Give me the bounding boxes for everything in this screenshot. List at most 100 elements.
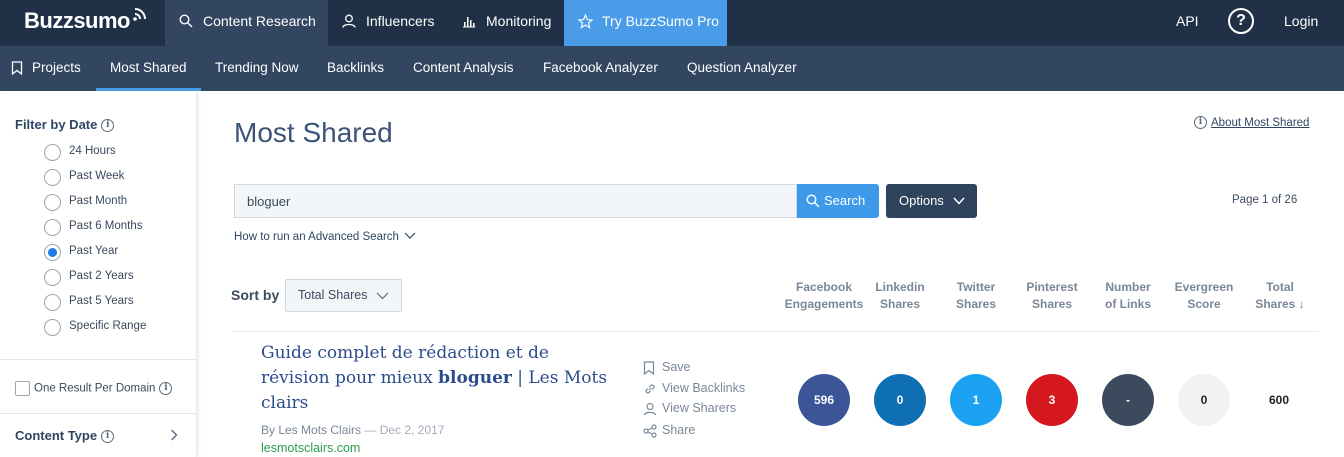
info-icon: i xyxy=(1194,116,1207,129)
subnav-projects[interactable]: Projects xyxy=(11,46,81,91)
subnav-most-shared[interactable]: Most Shared xyxy=(96,46,201,91)
column-header-line: Twitter xyxy=(956,280,996,294)
nav-try-pro-label: Try BuzzSumo Pro xyxy=(602,13,719,29)
help-icon[interactable]: ? xyxy=(1228,8,1254,34)
column-header-total-shares[interactable]: Total Shares ↓ xyxy=(1246,279,1314,313)
date-option-label: Past 5 Years xyxy=(69,295,134,307)
search-button-label: Search xyxy=(824,193,866,208)
radio-button[interactable] xyxy=(44,194,61,211)
search-icon xyxy=(179,14,193,28)
column-header-links[interactable]: Number of Links xyxy=(1094,279,1162,313)
bar-chart-icon xyxy=(463,17,475,28)
about-most-shared-link[interactable]: i About Most Shared xyxy=(1194,116,1309,129)
page-title: Most Shared xyxy=(234,117,393,148)
subnav-question-analyzer[interactable]: Question Analyzer xyxy=(687,46,797,91)
column-header-twitter[interactable]: Twitter Shares xyxy=(942,279,1010,313)
save-action[interactable]: Save xyxy=(643,360,691,375)
star-icon xyxy=(578,14,593,29)
nav-api[interactable]: API xyxy=(1176,13,1199,29)
radio-button[interactable] xyxy=(44,144,61,161)
filter-by-date-heading: Filter by Date i xyxy=(15,117,115,133)
column-header-facebook[interactable]: Facebook Engagements xyxy=(784,279,864,313)
radio-button[interactable] xyxy=(44,319,61,336)
nav-content-research-label: Content Research xyxy=(203,13,316,29)
column-header-linkedin[interactable]: Linkedin Shares xyxy=(866,279,934,313)
column-header-line: Shares xyxy=(955,297,997,311)
radio-button[interactable] xyxy=(44,294,61,311)
options-dropdown-button[interactable]: Options xyxy=(886,184,977,218)
article-title-keyword: bloguer xyxy=(438,368,512,388)
content-type-filter[interactable]: Content Type i xyxy=(15,428,115,444)
subnav-backlinks[interactable]: Backlinks xyxy=(327,46,384,91)
number-of-links-value[interactable]: - xyxy=(1102,374,1154,426)
page-count: Page 1 of 26 xyxy=(1232,194,1298,206)
divider xyxy=(0,359,196,360)
about-most-shared-label: About Most Shared xyxy=(1211,116,1310,129)
info-icon[interactable]: i xyxy=(159,382,173,395)
column-header-line: Pinterest xyxy=(1026,280,1078,294)
subnav-facebook-analyzer[interactable]: Facebook Analyzer xyxy=(543,46,658,91)
date-option-label: Past Month xyxy=(69,195,128,207)
column-header-line: Number xyxy=(1105,280,1151,294)
radio-button[interactable] xyxy=(44,219,61,236)
nav-content-research[interactable]: Content Research xyxy=(165,0,328,46)
content-type-label: Content Type xyxy=(15,428,98,443)
logo-text: Buzzsumo xyxy=(24,8,131,33)
sort-by-value: Total Shares xyxy=(298,288,368,302)
column-header-pinterest[interactable]: Pinterest Shares xyxy=(1018,279,1086,313)
info-icon[interactable]: i xyxy=(101,430,115,444)
sort-by-label: Sort by xyxy=(231,287,280,303)
radio-button[interactable] xyxy=(44,169,61,186)
view-backlinks-label: View Backlinks xyxy=(662,381,746,395)
share-action-label: Share xyxy=(662,423,696,437)
column-header-line: Evergreen xyxy=(1174,280,1234,294)
view-backlinks-action[interactable]: View Backlinks xyxy=(643,381,745,395)
chevron-right-icon[interactable] xyxy=(170,428,178,444)
share-action[interactable]: Share xyxy=(643,423,696,438)
chevron-down-icon xyxy=(376,292,389,300)
user-icon xyxy=(342,14,356,28)
search-input[interactable] xyxy=(234,184,797,218)
subnav-content-analysis[interactable]: Content Analysis xyxy=(413,46,514,91)
bookmark-icon xyxy=(643,361,655,375)
radio-button-selected[interactable] xyxy=(44,244,61,261)
date-option-label: Past Year xyxy=(69,245,119,257)
evergreen-score-value: 0 xyxy=(1178,374,1230,426)
article-author[interactable]: By Les Mots Clairs xyxy=(261,423,361,437)
sub-navigation-bar: Projects Most Shared Trending Now Backli… xyxy=(0,46,1344,91)
twitter-shares-value: 1 xyxy=(950,374,1002,426)
nav-monitoring[interactable]: Monitoring xyxy=(448,0,564,46)
article-domain[interactable]: lesmotsclairs.com xyxy=(261,441,360,455)
one-result-per-domain-checkbox[interactable] xyxy=(15,381,30,396)
nav-try-pro[interactable]: Try BuzzSumo Pro xyxy=(564,0,727,46)
date-option-label: Past Week xyxy=(69,170,125,182)
nav-influencers[interactable]: Influencers xyxy=(328,0,448,46)
search-icon xyxy=(806,194,820,208)
info-icon[interactable]: i xyxy=(101,119,115,133)
advanced-search-link[interactable]: How to run an Advanced Search xyxy=(234,231,416,243)
save-action-label: Save xyxy=(662,360,691,374)
column-header-line: of Links xyxy=(1104,297,1151,311)
view-sharers-action[interactable]: View Sharers xyxy=(643,401,736,416)
article-title-link[interactable]: Guide complet de rédaction et de révisio… xyxy=(261,341,621,416)
buzzsumo-logo[interactable]: Buzzsumo xyxy=(24,8,146,34)
radio-button[interactable] xyxy=(44,269,61,286)
share-icon xyxy=(643,424,657,438)
column-header-line: Linkedin xyxy=(875,280,925,294)
column-header-line: Score xyxy=(1187,297,1221,311)
one-result-text: One Result Per Domain xyxy=(34,382,156,395)
date-option-label: Past 2 Years xyxy=(69,270,134,282)
column-header-evergreen[interactable]: Evergreen Score xyxy=(1170,279,1238,313)
nav-login[interactable]: Login xyxy=(1284,13,1318,29)
nav-influencers-label: Influencers xyxy=(366,13,435,29)
search-button[interactable]: Search xyxy=(797,184,879,218)
one-result-per-domain-label: One Result Per Domain i xyxy=(34,382,173,395)
divider xyxy=(0,413,196,414)
sort-by-select[interactable]: Total Shares xyxy=(285,279,402,312)
date-option-label: Past 6 Months xyxy=(69,220,143,232)
column-header-line: Total xyxy=(1266,280,1294,294)
signal-icon xyxy=(133,8,146,21)
options-button-label: Options xyxy=(899,193,944,208)
subnav-trending-now[interactable]: Trending Now xyxy=(215,46,299,91)
column-header-line: Engagements xyxy=(784,297,864,311)
